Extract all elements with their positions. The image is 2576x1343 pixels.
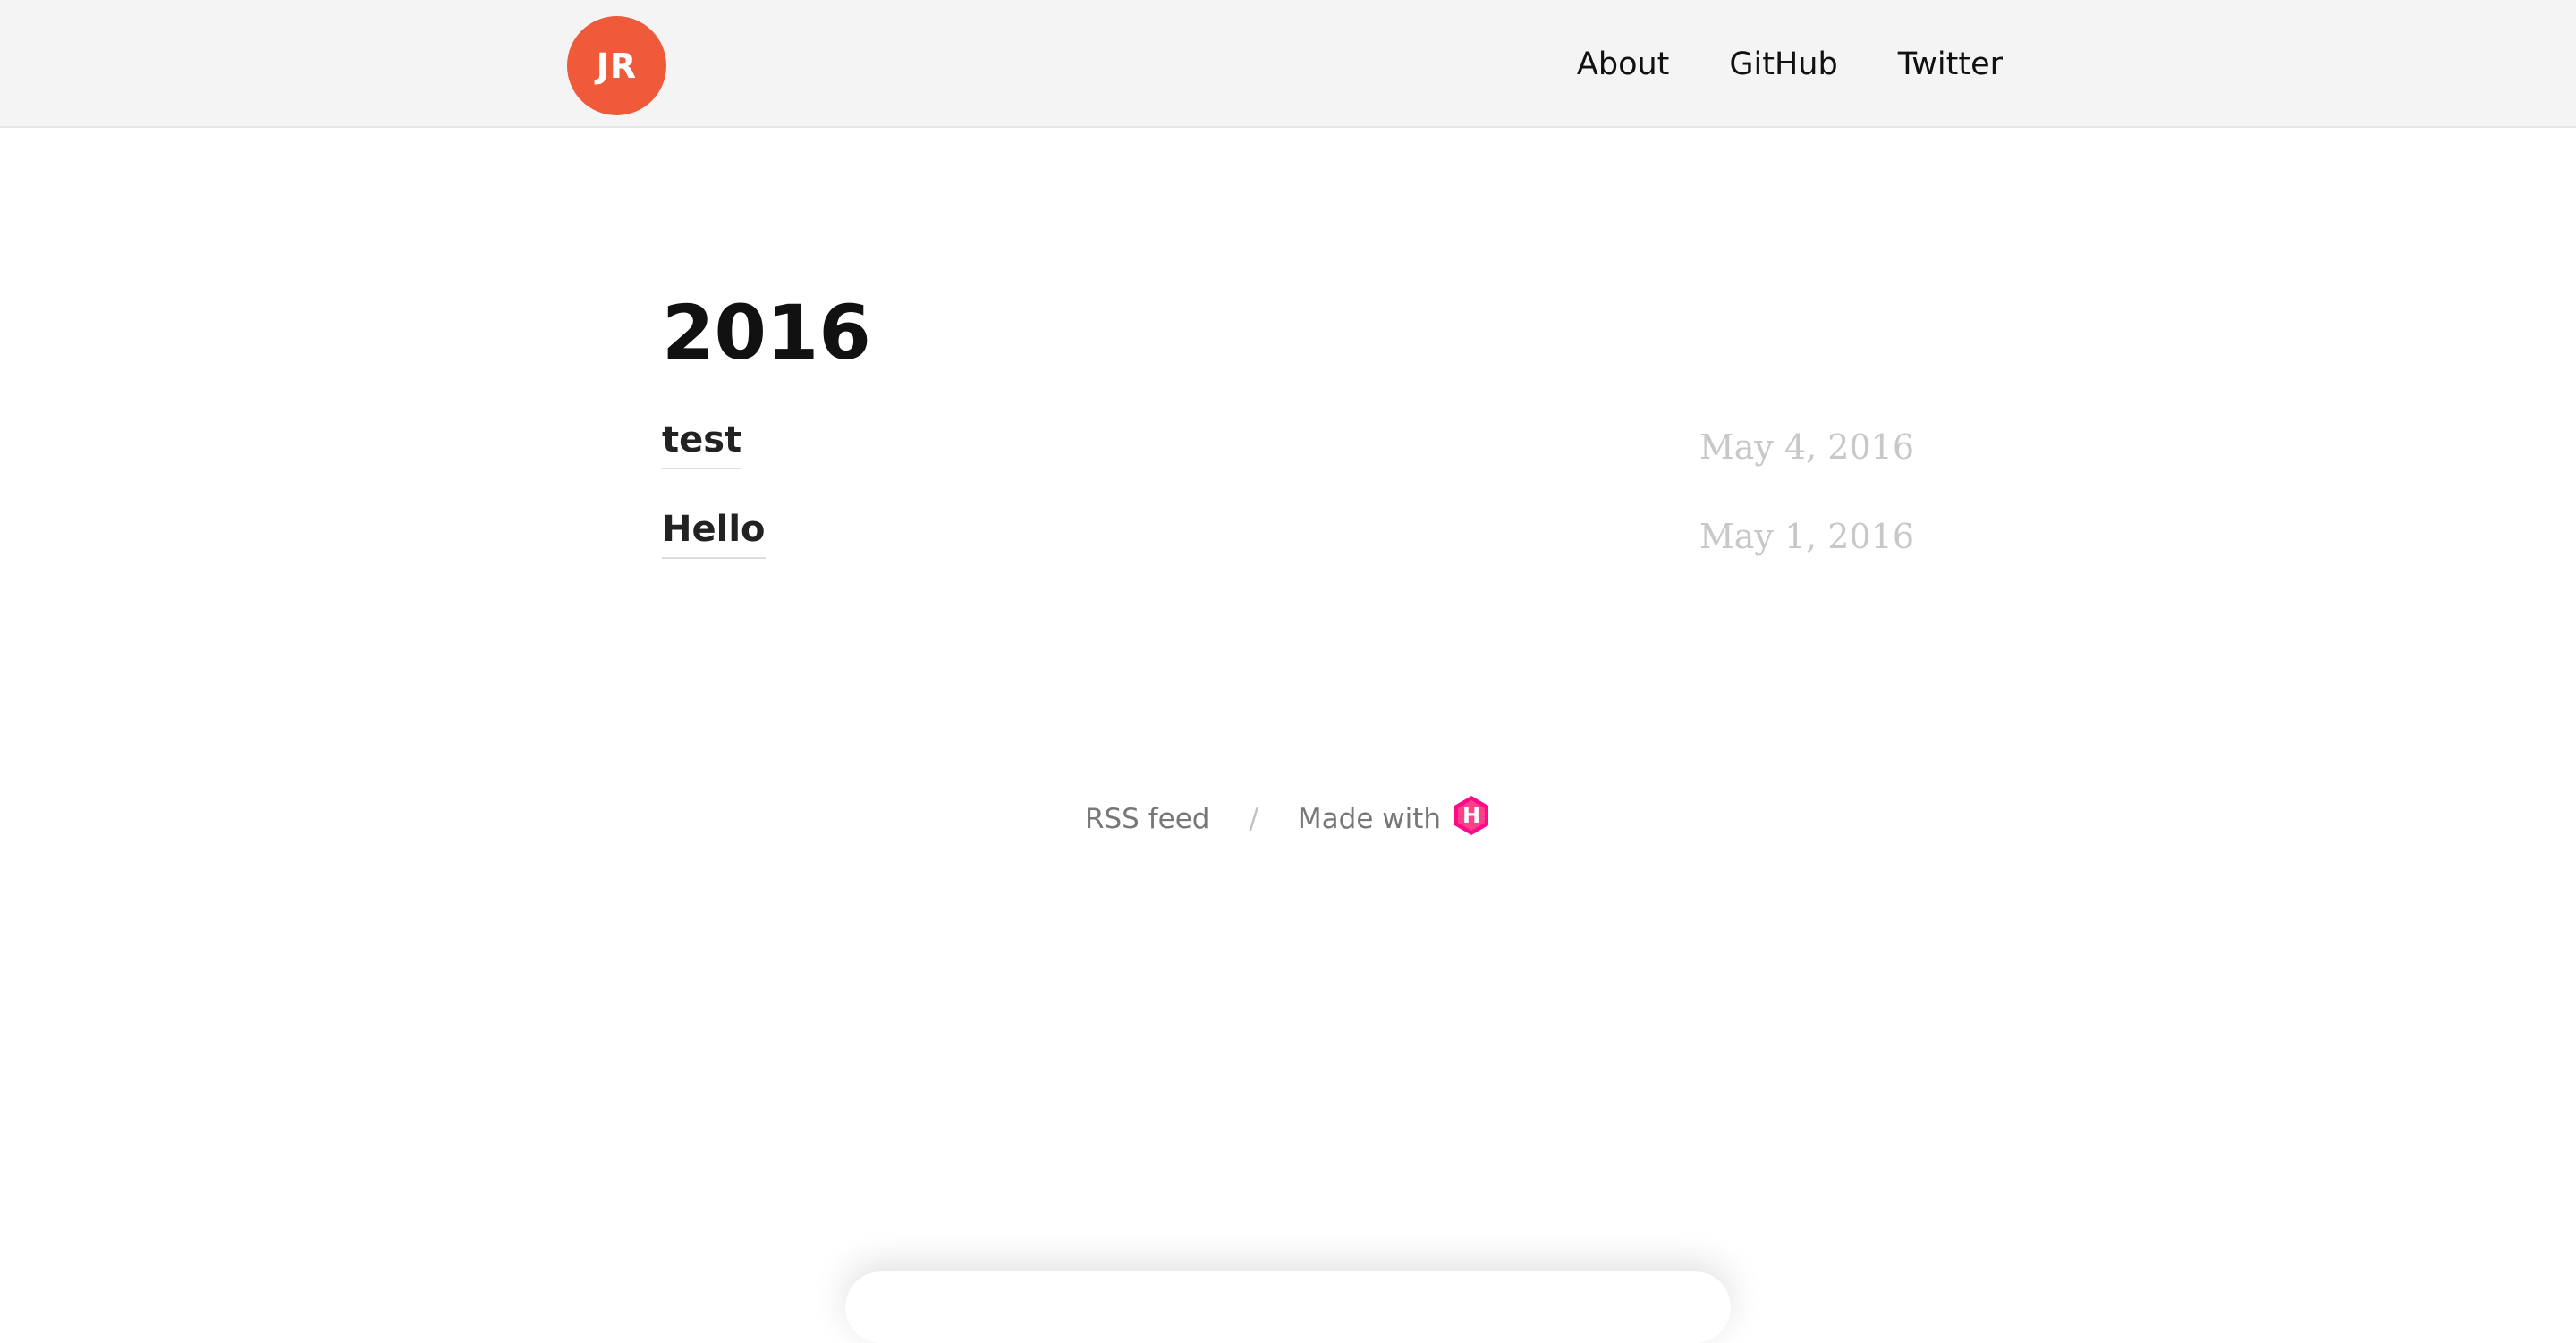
post-title-link[interactable]: Hello [662,507,766,559]
rss-feed-link[interactable]: RSS feed [1085,803,1210,835]
hugo-link[interactable]: H [1452,794,1491,844]
footer-separator: / [1249,803,1258,835]
post-archive: 2016 test May 4, 2016 Hello May 1, 2016 [662,288,1914,596]
nav-about-link[interactable]: About [1577,41,1669,88]
made-with-label: Made with [1297,803,1442,835]
made-with: Made with H [1298,794,1491,844]
main-nav: About GitHub Twitter [1577,41,2003,88]
avatar-home-link[interactable]: JR [567,16,666,115]
post-list-item: Hello May 1, 2016 [662,507,1914,596]
site-footer: RSS feed / Made with H [0,794,2576,844]
site-header: JR About GitHub Twitter [0,0,2576,128]
post-list-item: test May 4, 2016 [662,418,1914,507]
bottom-shadow-panel [845,1271,1731,1343]
hugo-logo-icon: H [1454,796,1489,835]
hugo-logo-letter: H [1462,803,1480,828]
nav-github-link[interactable]: GitHub [1729,41,1837,88]
nav-twitter-link[interactable]: Twitter [1898,41,2003,88]
post-date: May 4, 2016 [1699,427,1914,467]
post-title-link[interactable]: test [662,418,742,469]
archive-year-heading: 2016 [662,289,871,376]
post-date: May 1, 2016 [1699,517,1914,556]
